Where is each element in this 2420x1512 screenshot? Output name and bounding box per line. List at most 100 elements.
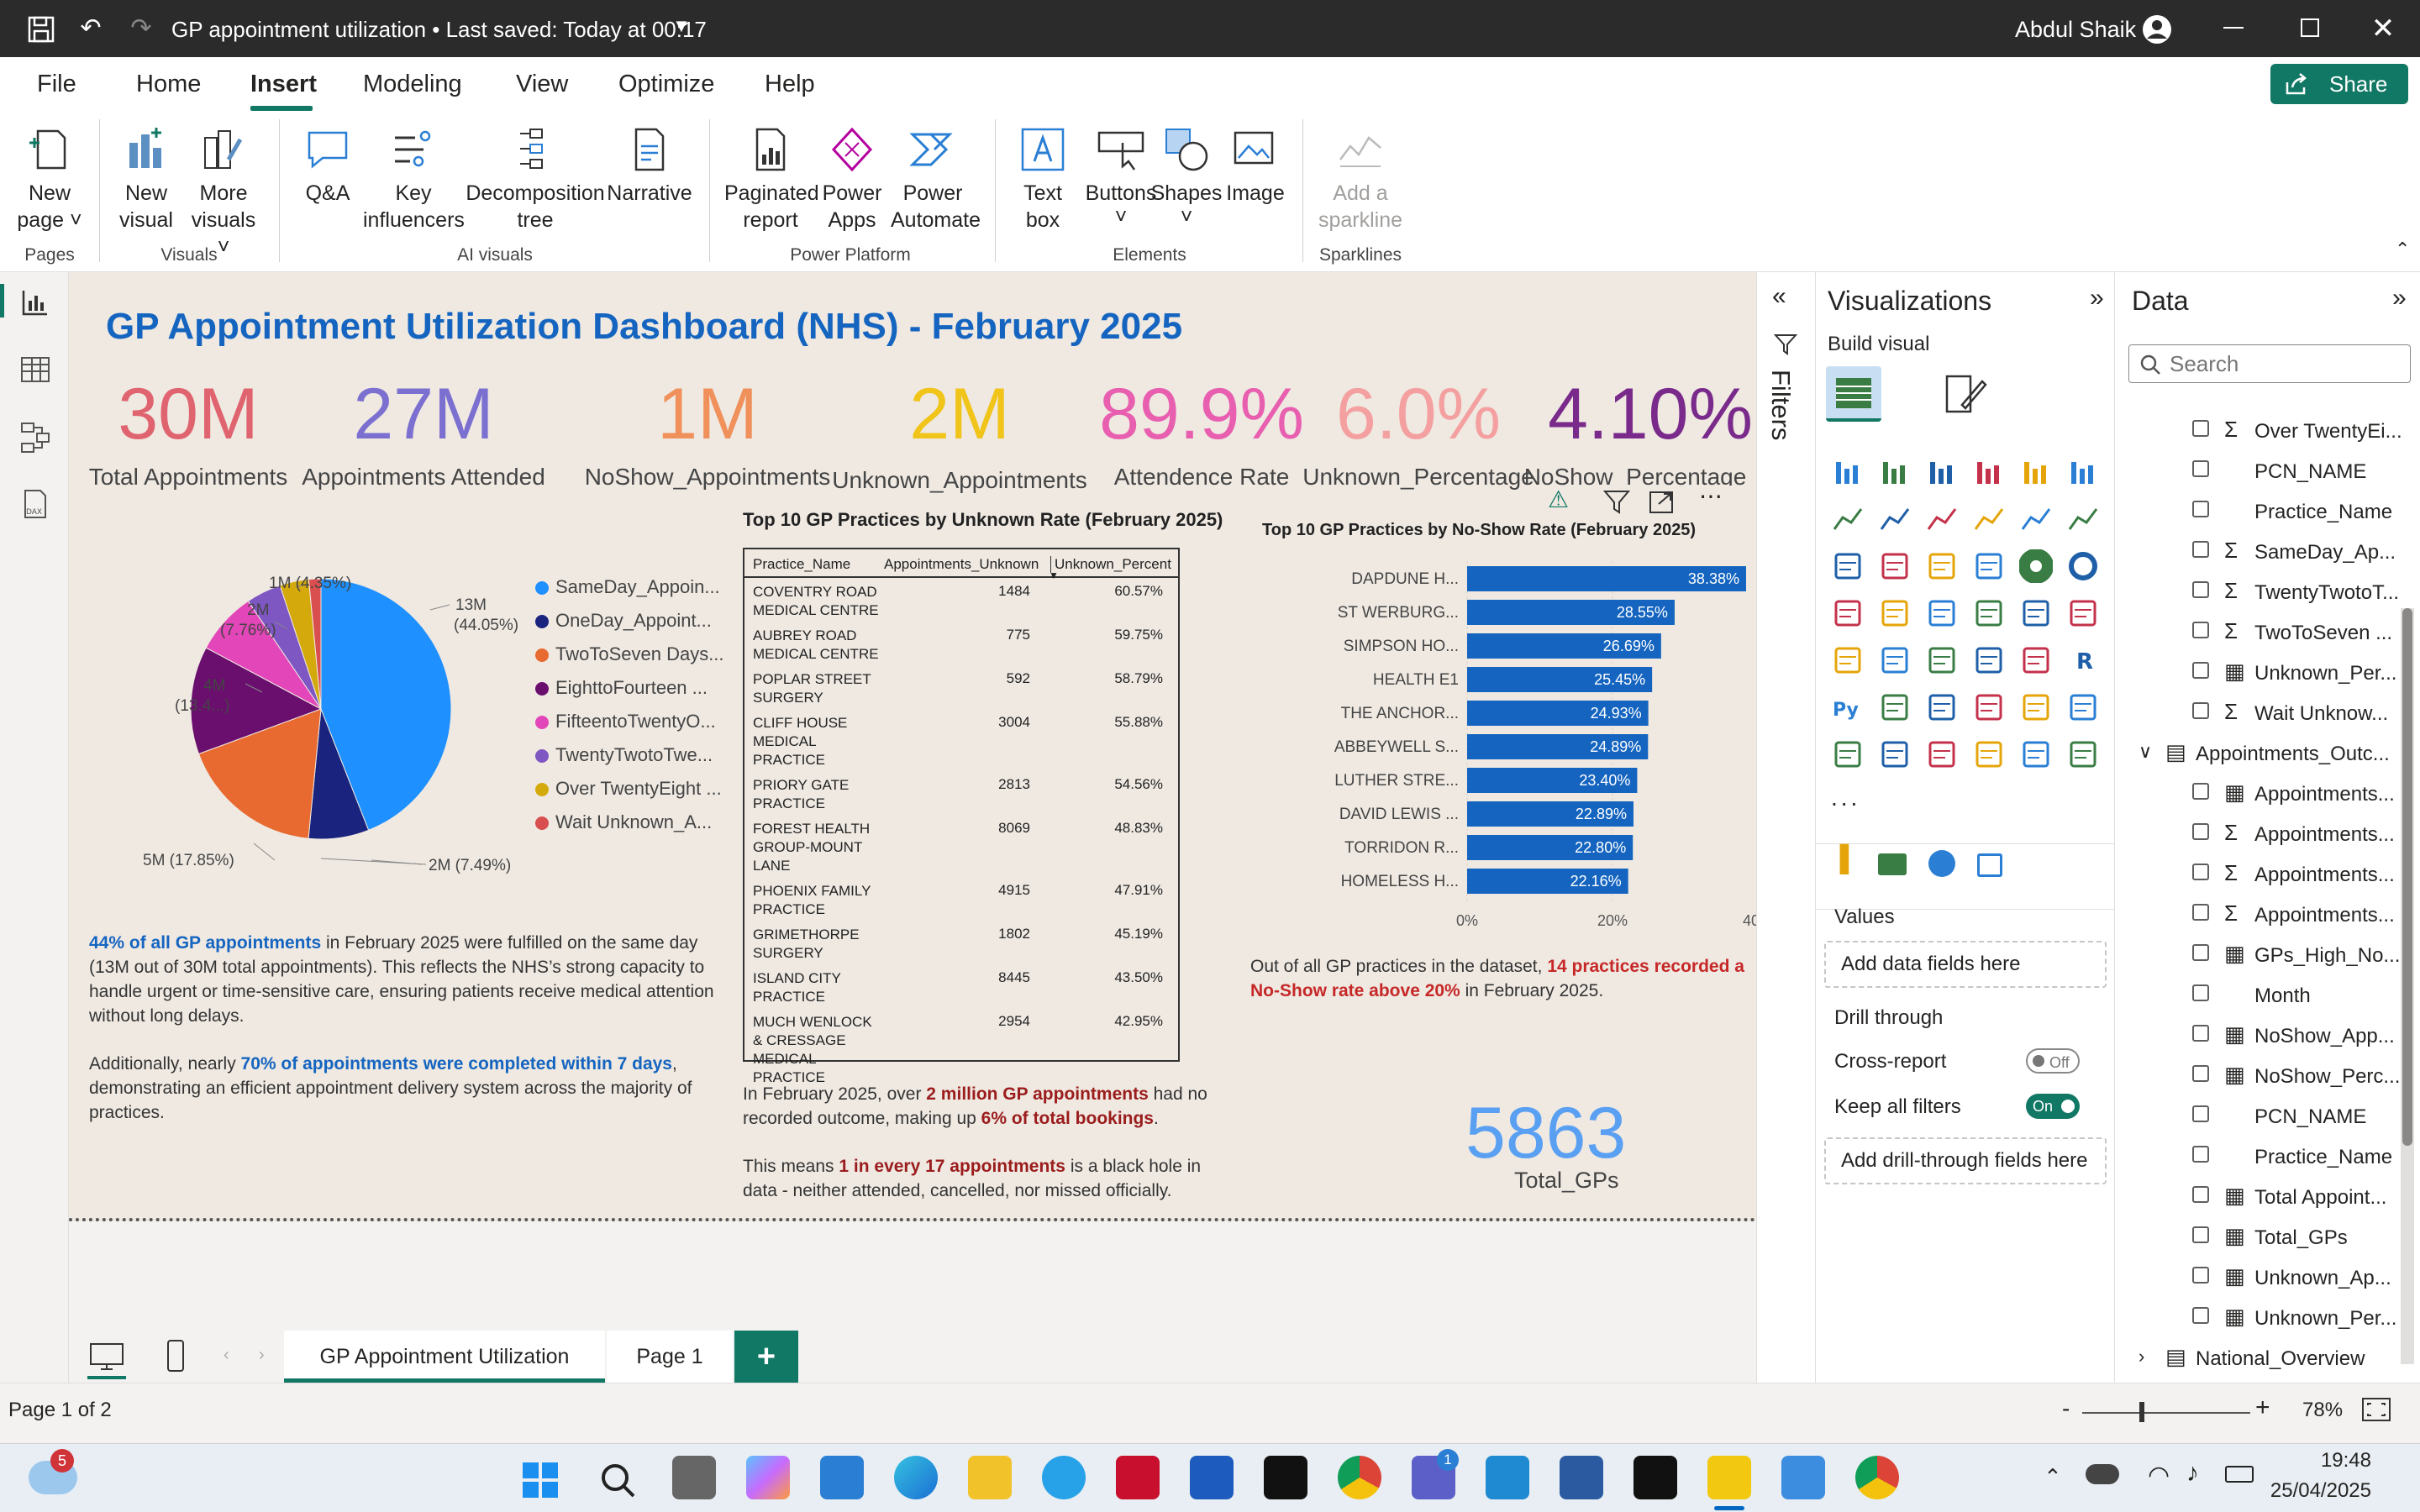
field-item[interactable]: ▦ Unknown_Ap...	[2115, 1258, 2401, 1299]
zoom-in-button[interactable]: +	[2255, 1394, 2270, 1422]
field-checkbox[interactable]	[2192, 984, 2209, 1001]
start-icon[interactable]	[521, 1461, 560, 1499]
legend-item[interactable]: TwoToSeven Days...	[535, 643, 724, 677]
field-item[interactable]: ▦ Total Appoint...	[2115, 1178, 2401, 1218]
paginated-icon[interactable]	[1831, 738, 1865, 771]
filter-icon[interactable]	[1603, 489, 1630, 514]
field-item[interactable]: Σ Appointments...	[2115, 815, 2401, 855]
user-name[interactable]: Abdul Shaik	[2015, 17, 2136, 43]
scrollbar-thumb[interactable]	[2402, 608, 2412, 1146]
field-checkbox[interactable]	[2192, 823, 2209, 840]
legend-item[interactable]: FifteentoTwentyO...	[535, 711, 724, 744]
onedrive-icon[interactable]	[2086, 1464, 2119, 1484]
collapse-data-icon[interactable]: »	[2392, 284, 2407, 312]
field-checkbox[interactable]	[2192, 1025, 2209, 1042]
save-icon[interactable]	[27, 15, 55, 44]
field-item[interactable]: Σ Over TwentyEi...	[2115, 412, 2401, 452]
decomposition-icon[interactable]	[1925, 690, 1959, 724]
waterfall-icon[interactable]	[1831, 549, 1865, 583]
gauge-icon[interactable]	[2019, 596, 2053, 630]
field-item[interactable]: ▦ Unknown_Per...	[2115, 1299, 2401, 1339]
line-chart-icon[interactable]	[1831, 502, 1865, 536]
trophy-icon[interactable]	[2066, 690, 2100, 724]
power-automate-viz-icon[interactable]	[2066, 738, 2100, 771]
desktop-layout-icon[interactable]	[89, 1342, 124, 1371]
tab-file[interactable]: File	[37, 71, 76, 98]
key-influencers-visual-icon[interactable]	[1878, 853, 1907, 875]
next-page-icon[interactable]: ›	[259, 1346, 265, 1365]
field-item[interactable]: Practice_Name	[2115, 492, 2401, 533]
copilot-visual-icon[interactable]	[1928, 850, 1955, 877]
paginated-visual-icon[interactable]	[1977, 853, 2002, 877]
power-apps-viz-icon[interactable]	[2019, 738, 2053, 771]
kpi-unknown-pct-value[interactable]: 6.0%	[1284, 373, 1553, 456]
total-gps-value[interactable]: 5863	[1465, 1092, 1626, 1175]
mcafee-icon[interactable]	[1116, 1456, 1160, 1499]
pie-icon[interactable]	[2018, 549, 2054, 584]
legend-item[interactable]: Over TwentyEight ...	[535, 778, 724, 811]
help-icon[interactable]	[1042, 1456, 1086, 1499]
100-bar-icon[interactable]	[2019, 455, 2053, 489]
funnel-icon[interactable]	[1878, 549, 1912, 583]
page-tab-page-1[interactable]: Page 1	[607, 1331, 733, 1383]
user-avatar-icon[interactable]	[2141, 13, 2173, 45]
drill-through-drop-zone[interactable]: Add drill-through fields here	[1824, 1137, 2107, 1184]
field-item[interactable]: ▦ Appointments...	[2115, 774, 2401, 815]
qa-visual-icon[interactable]	[1972, 690, 2006, 724]
scrollbar-track[interactable]	[2401, 608, 2414, 1364]
field-item[interactable]: Σ Wait Unknow...	[2115, 694, 2401, 734]
field-checkbox[interactable]	[2192, 662, 2209, 679]
multi-row-card-icon[interactable]	[1831, 643, 1865, 677]
table-row[interactable]: FOREST HEALTH GROUP-MOUNT LANE 8069 48.83%	[744, 820, 1178, 879]
tab-home[interactable]: Home	[136, 71, 201, 98]
field-checkbox[interactable]	[2192, 1267, 2209, 1284]
table-node[interactable]: ∨ ▤ Appointments_Outc...	[2115, 734, 2401, 774]
azure-map-icon[interactable]	[1972, 596, 2006, 630]
new-visual-button[interactable]: New visual	[109, 126, 183, 235]
field-checkbox[interactable]	[2192, 501, 2209, 517]
power-apps-icon[interactable]	[1878, 738, 1912, 771]
add-page-button[interactable]: +	[734, 1331, 798, 1383]
clock-time[interactable]: 19:48	[2299, 1449, 2371, 1473]
col-appointments-unknown[interactable]: Appointments_Unknown	[884, 556, 1039, 573]
legend-item[interactable]: TwentyTwotoTwe...	[535, 744, 724, 778]
narrative-visual-icon[interactable]	[2019, 690, 2053, 724]
field-checkbox[interactable]	[2192, 1186, 2209, 1203]
stacked-column-icon[interactable]	[1878, 455, 1912, 489]
table-row[interactable]: AUBREY ROAD MEDICAL CENTRE 775 59.75%	[744, 627, 1178, 667]
table-row[interactable]: CLIFF HOUSE MEDICAL PRACTICE 3004 55.88%	[744, 714, 1178, 773]
donut-icon[interactable]	[2066, 549, 2100, 583]
paginated-report-button[interactable]: Paginated report	[724, 126, 819, 235]
table-row[interactable]: POPLAR STREET SURGERY 592 58.79%	[744, 670, 1178, 711]
clustered-bar-icon[interactable]	[1925, 455, 1959, 489]
ribbon-chart-icon[interactable]	[1972, 502, 2006, 536]
field-item[interactable]: Σ SameDay_Ap...	[2115, 533, 2401, 573]
legend-item[interactable]: EighttoFourteen ...	[535, 677, 724, 711]
tab-view[interactable]: View	[516, 71, 568, 98]
python-visual-icon[interactable]: Py	[1831, 690, 1865, 724]
word-icon[interactable]	[1190, 1456, 1234, 1499]
title-dropdown-icon[interactable]: ▼	[672, 15, 691, 37]
qa-button[interactable]: Q&A	[294, 126, 361, 235]
legend-item[interactable]: SameDay_Appoin...	[535, 576, 724, 610]
metrics-icon[interactable]	[1925, 738, 1959, 771]
legend-item[interactable]: Wait Unknown_A...	[535, 811, 724, 845]
field-checkbox[interactable]	[2192, 622, 2209, 638]
zoom-slider-thumb[interactable]	[2139, 1402, 2144, 1422]
undo-icon[interactable]: ↶	[76, 13, 106, 44]
store-icon[interactable]	[820, 1456, 864, 1499]
show-hidden-icons[interactable]: ⌃	[2044, 1464, 2062, 1490]
close-icon[interactable]: ✕	[2368, 13, 2398, 44]
zoom-out-button[interactable]: -	[2062, 1395, 2070, 1422]
appointments-pie-chart[interactable]: 13M (44.05%) 2M (7.49%) 5M (17.85%) 4M (13.4.…	[119, 541, 590, 877]
values-drop-zone[interactable]: Add data fields here	[1824, 941, 2107, 988]
stacked-bar-icon[interactable]	[1831, 455, 1865, 489]
field-checkbox[interactable]	[2192, 702, 2209, 719]
power-apps-button[interactable]: Power Apps	[818, 126, 886, 235]
field-checkbox[interactable]	[2192, 783, 2209, 800]
new-page-button[interactable]: New page ˅	[12, 126, 87, 235]
r-visual-icon[interactable]: R	[2066, 643, 2100, 677]
field-checkbox[interactable]	[2192, 420, 2209, 437]
report-view-icon[interactable]	[18, 286, 52, 319]
line-column-icon[interactable]	[2019, 502, 2053, 536]
